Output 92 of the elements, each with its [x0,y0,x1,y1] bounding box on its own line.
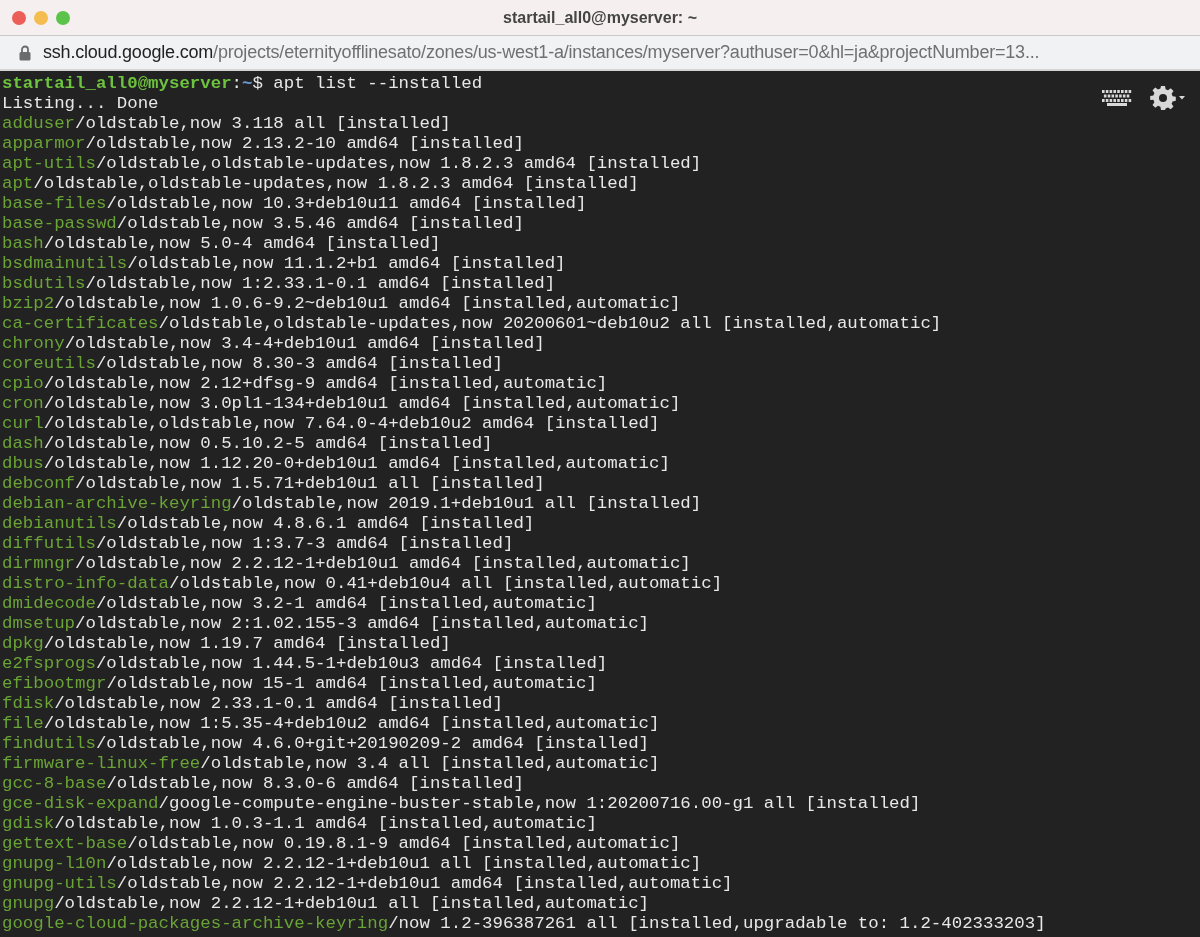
package-name: bsdmainutils [2,254,128,274]
package-details: /oldstable,now 1.44.5-1+deb10u3 amd64 [installed] [95,654,608,674]
package-details: /oldstable,now 5.0-4 amd64 [installed] [43,234,441,254]
package-name: adduser [2,114,76,134]
package-details: /oldstable,now 2.33.1-0.1 amd64 [installed] [54,694,503,714]
package-details: /oldstable,now 3.4 all [installed,automatic] [200,754,660,774]
package-name: dirmngr [2,554,76,574]
package-details: /oldstable,now 3.2-1 amd64 [installed,automatic] [95,594,597,614]
package-name: distro-info-data [2,574,169,594]
package-details: /oldstable,now 2.12+dfsg-9 amd64 [installed,automatic] [43,374,608,394]
package-details: /oldstable,now 3.5.46 amd64 [installed] [116,214,524,234]
package-name: gnupg-l10n [2,854,107,874]
package-details: /oldstable,now 0.19.8.1-9 amd64 [installed,automatic] [127,834,681,854]
package-name: dpkg [2,634,44,654]
package-name: apt [2,174,34,194]
package-details: /oldstable,now 1:5.35-4+deb10u2 amd64 [installed,automatic] [43,714,660,734]
package-details: /oldstable,now 2019.1+deb10u1 all [installed] [231,494,702,514]
package-name: curl [2,414,44,434]
package-details: /oldstable,now 8.30-3 amd64 [installed] [95,354,503,374]
package-name: fdisk [2,694,55,714]
package-name: dash [2,434,44,454]
package-name: dbus [2,454,44,474]
command-text: apt list --installed [272,74,483,94]
package-name: cpio [2,374,44,394]
package-details: /oldstable,now 2.2.12-1+deb10u1 all [installed,automatic] [54,894,650,914]
package-name: debian-archive-keyring [2,494,232,514]
package-details: /oldstable,now 1.0.3-1.1 amd64 [installed,automatic] [54,814,597,834]
package-details: /oldstable,oldstable,now 7.64.0-4+deb10u2 amd64 [installed] [43,414,660,434]
output-text: Listing... Done [2,94,159,114]
package-details: /oldstable,oldstable-updates,now 1.8.2.3 amd64 [installed] [33,174,639,194]
package-name: base-passwd [2,214,117,234]
package-name: bash [2,234,44,254]
package-name: dmsetup [2,614,76,634]
close-button[interactable] [12,10,26,25]
package-details: /oldstable,now 4.6.0+git+20190209-2 amd64 [installed] [95,734,650,754]
package-name: findutils [2,734,96,754]
package-details: /oldstable,now 15-1 amd64 [installed,automatic] [106,674,597,694]
package-name: file [2,714,44,734]
package-name: bsdutils [2,274,86,294]
package-name: coreutils [2,354,96,374]
prompt: startail_all0@myserver:~$ [2,74,263,94]
package-name: gcc-8-base [2,774,107,794]
package-name: firmware-linux-free [2,754,201,774]
package-name: gnupg-utils [2,874,117,894]
package-name: base-files [2,194,107,214]
package-details: /oldstable,now 3.0pl1-134+deb10u1 amd64 [installed,automatic] [43,394,681,414]
package-name: gnupg [2,894,55,914]
package-name: gdisk [2,814,55,834]
package-details: /oldstable,now 2.2.12-1+deb10u1 amd64 [installed,automatic] [75,554,691,574]
package-name: debianutils [2,514,117,534]
package-details: /oldstable,oldstable-updates,now 1.8.2.3 amd64 [installed] [95,154,702,174]
package-details: /oldstable,now 3.118 all [installed] [75,114,451,134]
package-details: /oldstable,now 2.2.12-1+deb10u1 all [installed,automatic] [106,854,702,874]
package-details: /oldstable,now 2.13.2-10 amd64 [installed] [85,134,524,154]
package-details: /oldstable,now 3.4-4+deb10u1 amd64 [installed] [64,334,545,354]
package-name: cron [2,394,44,414]
package-name: e2fsprogs [2,654,96,674]
zoom-button[interactable] [56,10,70,25]
package-name: chrony [2,334,65,354]
package-details: /oldstable,now 1:2.33.1-0.1 amd64 [installed] [85,274,556,294]
settings-icon[interactable] [1150,85,1186,111]
package-name: gettext-base [2,834,128,854]
package-details: /oldstable,now 1.5.71+deb10u1 all [installed] [75,474,545,494]
lock-icon [19,44,31,61]
package-details: /oldstable,now 1.19.7 amd64 [installed] [43,634,451,654]
package-name: bzip2 [2,294,55,314]
package-name: apparmor [2,134,86,154]
package-details: /oldstable,now 10.3+deb10u11 amd64 [installed] [106,194,587,214]
package-name: google-cloud-packages-archive-keyring [2,914,389,934]
package-name: apt-utils [2,154,96,174]
minimize-button[interactable] [34,10,48,25]
package-details: /oldstable,oldstable-updates,now 20200601~deb10u2 all [installed,automatic] [158,314,942,334]
package-details: /oldstable,now 0.5.10.2-5 amd64 [installed] [43,434,493,454]
package-name: dmidecode [2,594,96,614]
package-details: /oldstable,now 1.0.6-9.2~deb10u1 amd64 [installed,automatic] [54,294,681,314]
window-title: startail_all0@myserver: ~ [503,8,697,27]
package-name: debconf [2,474,76,494]
package-details: /oldstable,now 2:1.02.155-3 amd64 [installed,automatic] [75,614,650,634]
package-name: diffutils [2,534,96,554]
package-name: efibootmgr [2,674,107,694]
package-details: /oldstable,now 8.3.0-6 amd64 [installed] [106,774,524,794]
package-details: /oldstable,now 1.12.20-0+deb10u1 amd64 [installed,automatic] [43,454,670,474]
package-name: gce-disk-expand [2,794,159,814]
package-details: /now 1.2-396387261 all [installed,upgradable to: 1.2-402333203] [388,914,1046,934]
package-details: /oldstable,now 1:3.7-3 amd64 [installed] [95,534,514,554]
package-details: /oldstable,now 4.8.6.1 amd64 [installed] [116,514,535,534]
package-details: /oldstable,now 2.2.12-1+deb10u1 amd64 [installed,automatic] [116,874,733,894]
package-details: /oldstable,now 0.41+deb10u4 all [installed,automatic] [169,574,723,594]
package-details: /google-compute-engine-buster-stable,now 1:20200716.00-g1 all [installed] [158,794,921,814]
package-details: /oldstable,now 11.1.2+b1 amd64 [installed] [127,254,566,274]
package-name: ca-certificates [2,314,159,334]
keyboard-icon[interactable] [1102,90,1132,106]
